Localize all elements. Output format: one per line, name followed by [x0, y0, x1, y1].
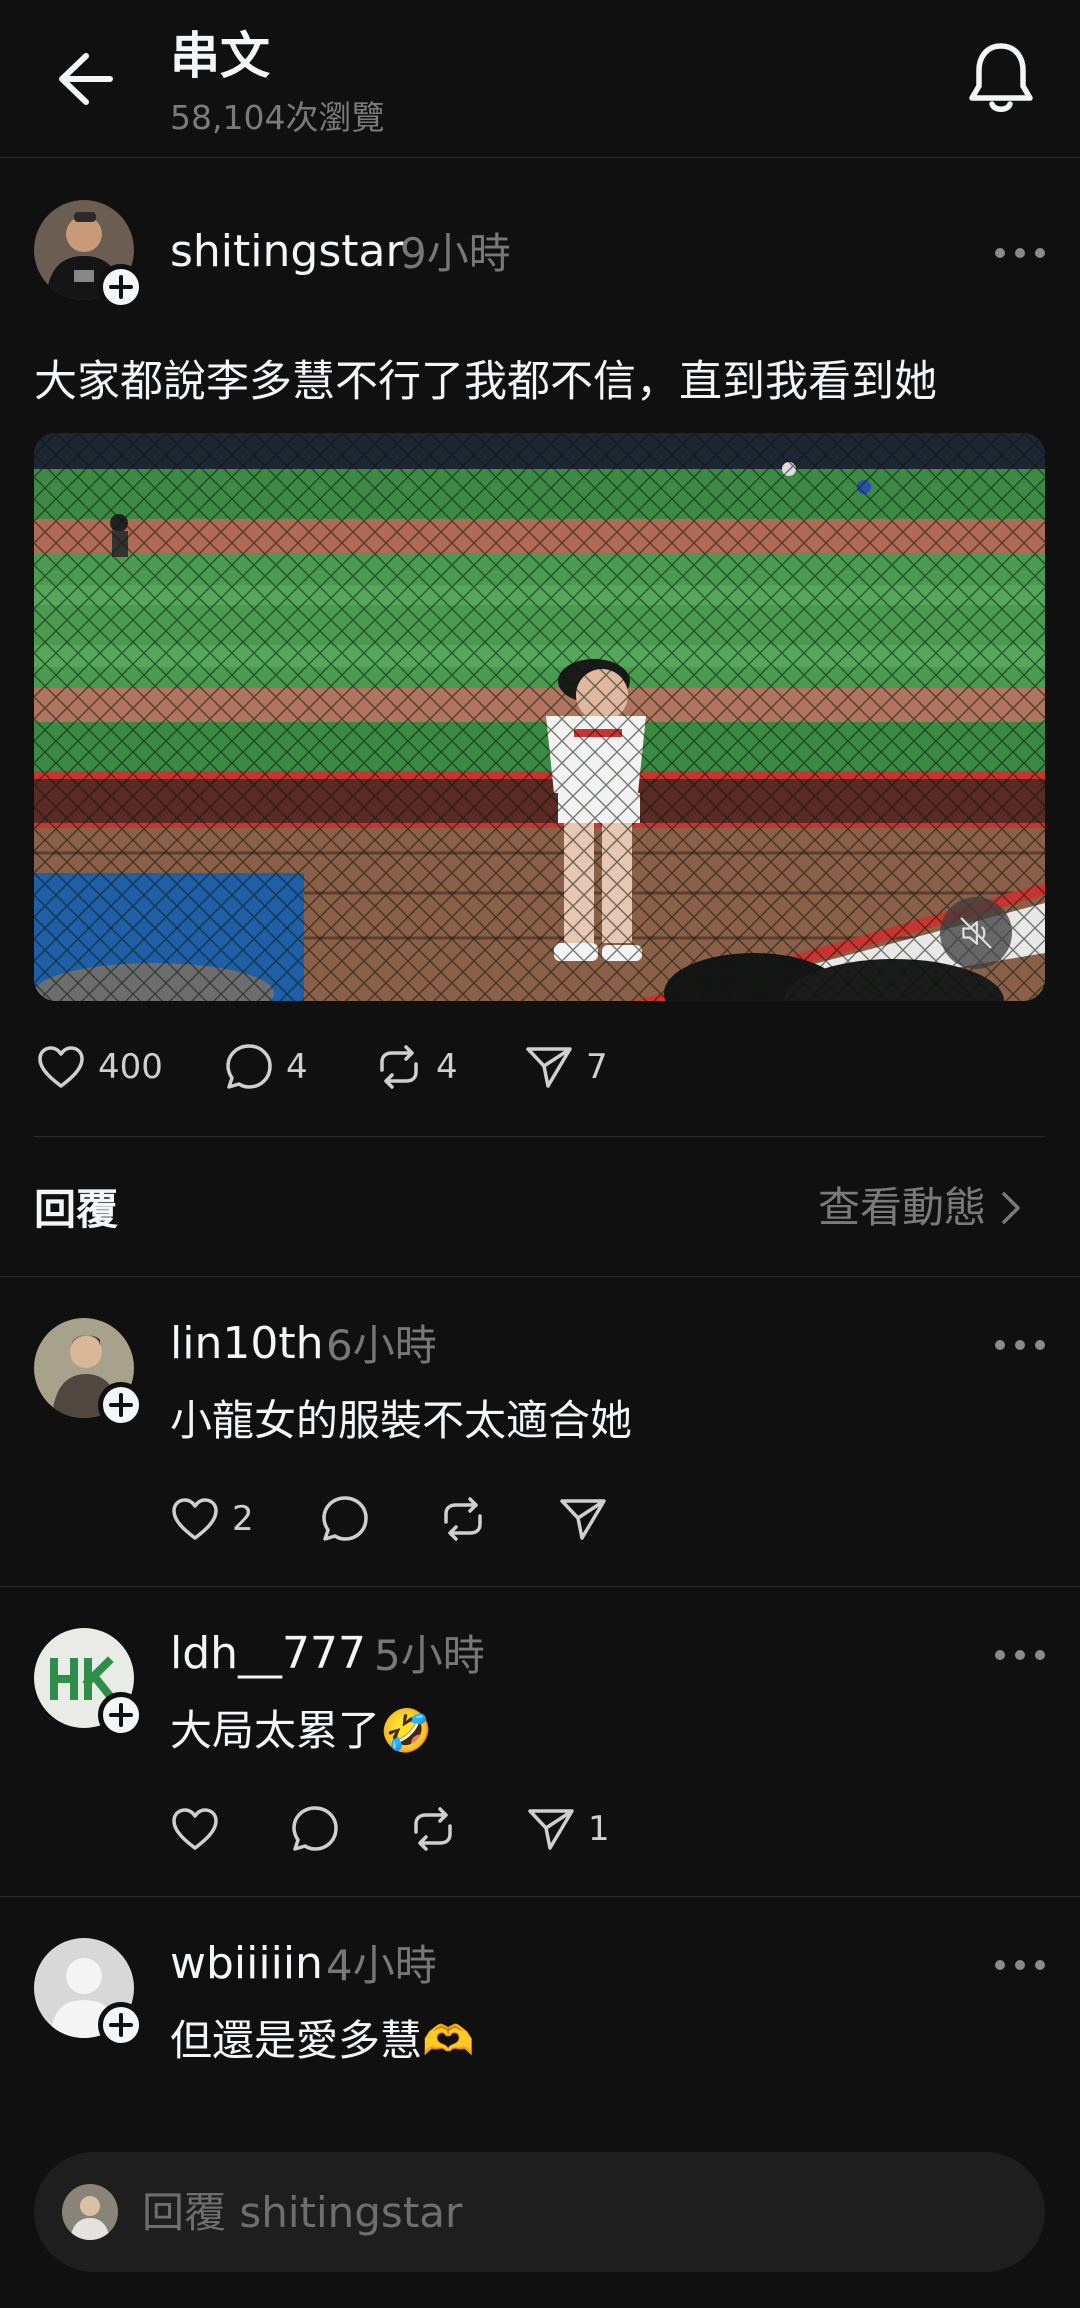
heart-icon: [172, 1808, 218, 1850]
post-time: 9小時: [400, 229, 511, 278]
comment-time: 5小時: [374, 1631, 485, 1680]
divider: [0, 1586, 1080, 1587]
comment-time: 4小時: [326, 1941, 437, 1990]
repost-button[interactable]: 4: [372, 1040, 458, 1094]
avatar: [62, 2184, 118, 2240]
repost-icon: [414, 1807, 452, 1851]
divider: [0, 1276, 1080, 1277]
send-icon: [528, 1809, 574, 1850]
follow-button[interactable]: [98, 2002, 144, 2048]
view-activity-label: 查看動態: [818, 1183, 987, 1232]
like-button[interactable]: 400: [34, 1040, 163, 1094]
send-icon: [526, 1047, 572, 1088]
comment-button[interactable]: [288, 1802, 342, 1856]
follow-button[interactable]: [98, 1382, 144, 1428]
reply-input[interactable]: [142, 2182, 1002, 2242]
heart-icon: [38, 1046, 84, 1088]
comment-text: 小龍女的服裝不太適合她: [170, 1396, 633, 1445]
comment-button[interactable]: 4: [222, 1040, 308, 1094]
speech-bubble-icon: [292, 1806, 338, 1851]
top-bar: 串文 58,104次瀏覽: [0, 0, 1080, 158]
back-button[interactable]: [50, 48, 120, 110]
more-options-button[interactable]: [990, 1640, 1050, 1670]
plus-icon: [109, 1393, 133, 1417]
more-dots-icon: [995, 1650, 1045, 1660]
speaker-muted-icon: [960, 917, 992, 949]
send-icon: [560, 1499, 606, 1540]
repost-icon: [444, 1497, 482, 1541]
more-dots-icon: [995, 1960, 1045, 1970]
repost-count: 4: [436, 1047, 458, 1087]
divider: [34, 1136, 1045, 1137]
more-dots-icon: [995, 248, 1045, 258]
heart-icon: [172, 1498, 218, 1540]
reply-bar: [34, 2152, 1045, 2272]
comment-button[interactable]: [318, 1492, 372, 1546]
share-count: 7: [586, 1047, 608, 1087]
baseball-field-scene: [34, 433, 1045, 1001]
replies-label: 回覆: [34, 1185, 119, 1234]
share-button[interactable]: 7: [522, 1040, 608, 1094]
like-button[interactable]: 2: [168, 1492, 254, 1546]
divider: [0, 1896, 1080, 1897]
more-options-button[interactable]: [990, 1950, 1050, 1980]
post-username[interactable]: shitingstar: [170, 224, 404, 280]
speech-bubble-icon: [322, 1496, 368, 1541]
post-video[interactable]: [34, 433, 1045, 1001]
notification-button[interactable]: [966, 40, 1036, 116]
comment-username[interactable]: wbiiiiin: [170, 1936, 323, 1992]
share-button[interactable]: 1: [524, 1802, 610, 1856]
plus-icon: [109, 275, 133, 299]
plus-icon: [109, 2013, 133, 2037]
page-title: 串文: [170, 27, 270, 85]
more-options-button[interactable]: [990, 238, 1050, 268]
comment-count: 4: [286, 1047, 308, 1087]
like-count: 2: [232, 1499, 254, 1539]
like-count: 400: [98, 1047, 163, 1087]
comment-username[interactable]: ldh__777: [170, 1626, 366, 1682]
share-count: 1: [588, 1809, 610, 1849]
bell-icon: [969, 43, 1033, 112]
comment-username[interactable]: lin10th: [170, 1316, 323, 1372]
more-options-button[interactable]: [990, 1330, 1050, 1360]
view-count: 58,104次瀏覽: [170, 98, 385, 137]
plus-icon: [109, 1703, 133, 1727]
view-activity-link[interactable]: 查看動態: [818, 1178, 1022, 1238]
repost-button[interactable]: [406, 1802, 460, 1856]
user-photo-icon: [62, 2184, 118, 2240]
post-text: 大家都說李多慧不行了我都不信，直到我看到她: [34, 357, 937, 407]
follow-button[interactable]: [98, 264, 144, 310]
comment-text: 但還是愛多慧🫶: [170, 2016, 475, 2065]
follow-button[interactable]: [98, 1692, 144, 1738]
like-button[interactable]: [168, 1802, 222, 1856]
comment-text: 大局太累了🤣: [170, 1706, 433, 1755]
mute-button[interactable]: [940, 897, 1012, 969]
arrow-left-icon: [59, 53, 113, 105]
repost-icon: [380, 1045, 418, 1089]
more-dots-icon: [995, 1340, 1045, 1350]
speech-bubble-icon: [226, 1044, 272, 1089]
share-button[interactable]: [556, 1492, 610, 1546]
chevron-right-icon: [1002, 1192, 1020, 1224]
comment-time: 6小時: [326, 1321, 437, 1370]
repost-button[interactable]: [436, 1492, 490, 1546]
